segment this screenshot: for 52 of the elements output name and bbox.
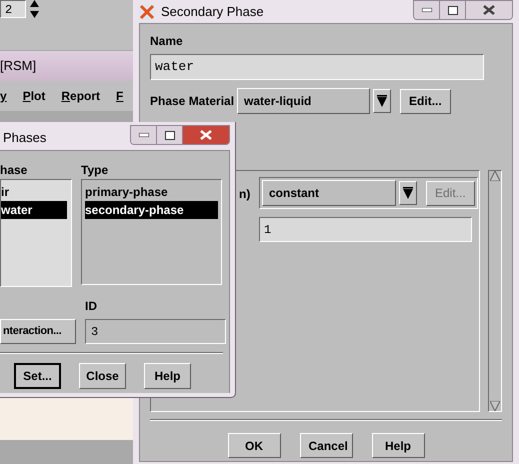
list-item[interactable]: secondary-phase bbox=[85, 201, 218, 219]
dialog-button[interactable]: Help bbox=[144, 363, 191, 389]
caret-icon bbox=[377, 95, 388, 107]
maximize-button[interactable] bbox=[157, 126, 183, 144]
dialog-button[interactable]: Edit... bbox=[400, 88, 451, 114]
list-item[interactable]: water bbox=[1, 201, 67, 219]
dialog-button[interactable]: nteraction... bbox=[0, 319, 76, 344]
scrollbar[interactable] bbox=[488, 170, 502, 412]
menu-item[interactable]: Plot bbox=[22, 87, 46, 105]
maximize-button[interactable] bbox=[440, 1, 466, 19]
dialog-button[interactable]: Cancel bbox=[300, 433, 352, 458]
property-label: n) bbox=[239, 186, 252, 203]
window-title: Phases bbox=[3, 129, 46, 147]
list-item[interactable]: primary-phase bbox=[85, 183, 218, 201]
window-title: [RSM] bbox=[0, 57, 36, 76]
minimize-icon bbox=[422, 8, 432, 12]
name-label: Name bbox=[150, 33, 184, 50]
maximize-icon bbox=[448, 6, 458, 14]
dialog-button[interactable]: OK bbox=[228, 433, 280, 458]
dialog-button[interactable]: Set... bbox=[14, 363, 61, 389]
value-field[interactable]: 1 bbox=[259, 217, 472, 242]
id-field[interactable]: 3 bbox=[85, 319, 226, 344]
close-icon bbox=[200, 130, 212, 140]
dropdown-button[interactable] bbox=[373, 89, 392, 113]
caret-icon bbox=[403, 187, 413, 199]
name-field[interactable]: water bbox=[150, 54, 484, 80]
spinner-field[interactable]: 2 bbox=[0, 0, 26, 18]
window-title: Secondary Phase bbox=[161, 3, 264, 21]
close-button[interactable] bbox=[466, 1, 512, 19]
spinner-arrows-icon[interactable] bbox=[30, 0, 39, 18]
phase-label: hase bbox=[0, 162, 28, 177]
id-label: ID bbox=[85, 298, 98, 315]
scroll-up-icon[interactable] bbox=[490, 171, 500, 181]
scroll-down-icon[interactable] bbox=[490, 401, 500, 411]
material-dropdown[interactable]: water-liquid bbox=[237, 88, 370, 114]
method-dropdown[interactable]: constant bbox=[262, 180, 396, 206]
app-logo-icon bbox=[139, 4, 155, 20]
menu-item[interactable]: Report bbox=[61, 87, 100, 105]
phase-material-label: Phase Material bbox=[150, 93, 234, 110]
menu-item[interactable]: y bbox=[0, 87, 7, 105]
dialog-button[interactable]: Help bbox=[372, 433, 424, 458]
dialog-button[interactable]: Close bbox=[79, 363, 126, 389]
menu-item[interactable]: F bbox=[116, 87, 124, 105]
list-item[interactable]: ir bbox=[1, 183, 67, 201]
close-icon bbox=[483, 5, 495, 15]
close-button[interactable] bbox=[183, 126, 229, 144]
dropdown-button[interactable] bbox=[399, 181, 417, 205]
type-label: Type bbox=[81, 162, 110, 177]
minimize-button[interactable] bbox=[131, 126, 157, 144]
minimize-button[interactable] bbox=[414, 1, 440, 19]
maximize-icon bbox=[164, 130, 174, 140]
minimize-icon bbox=[138, 133, 148, 137]
